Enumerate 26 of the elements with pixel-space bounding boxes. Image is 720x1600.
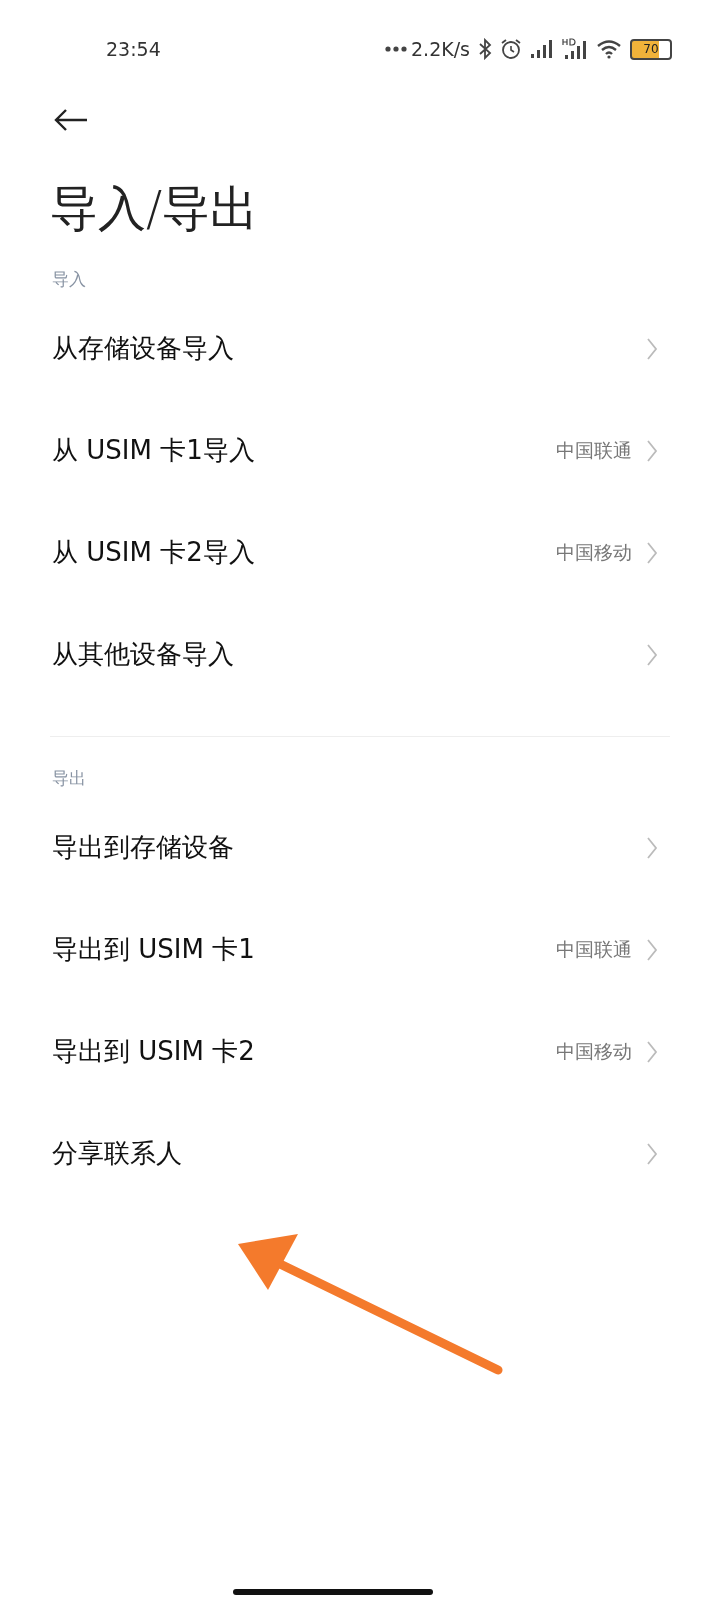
- list-item[interactable]: 分享联系人: [0, 1102, 720, 1205]
- item-value: 中国移动: [556, 1038, 632, 1064]
- item-value: 中国移动: [556, 539, 632, 565]
- item-value: 中国联通: [556, 936, 632, 962]
- item-label: 导出到存储设备: [52, 831, 235, 865]
- item-label: 从存储设备导入: [52, 332, 235, 366]
- list-item[interactable]: 从 USIM 卡1导入 中国联通: [0, 399, 720, 502]
- item-label: 导出到 USIM 卡2: [52, 1035, 256, 1069]
- battery-indicator: 70: [630, 38, 672, 60]
- item-value: 中国联通: [556, 437, 632, 463]
- section-header: 导出: [52, 766, 87, 790]
- item-label: 从 USIM 卡2导入: [52, 536, 256, 570]
- item-label: 从 USIM 卡1导入: [52, 434, 256, 468]
- network-speed: 2.2K/s: [411, 38, 470, 60]
- list-item[interactable]: 导出到 USIM 卡2 中国移动: [0, 1000, 720, 1103]
- page-title: 导入/导出: [50, 180, 260, 238]
- status-time: 23:54: [106, 38, 161, 60]
- item-label: 分享联系人: [52, 1137, 183, 1171]
- section-header: 导入: [52, 267, 87, 291]
- item-label: 导出到 USIM 卡1: [52, 933, 256, 967]
- item-label: 从其他设备导入: [52, 638, 235, 672]
- list-item[interactable]: 导出到存储设备: [0, 796, 720, 899]
- list-item[interactable]: 从其他设备导入: [0, 603, 720, 706]
- list-item[interactable]: 导出到 USIM 卡1 中国联通: [0, 898, 720, 1001]
- list-item[interactable]: 从 USIM 卡2导入 中国移动: [0, 501, 720, 604]
- list-item[interactable]: 从存储设备导入: [0, 297, 720, 400]
